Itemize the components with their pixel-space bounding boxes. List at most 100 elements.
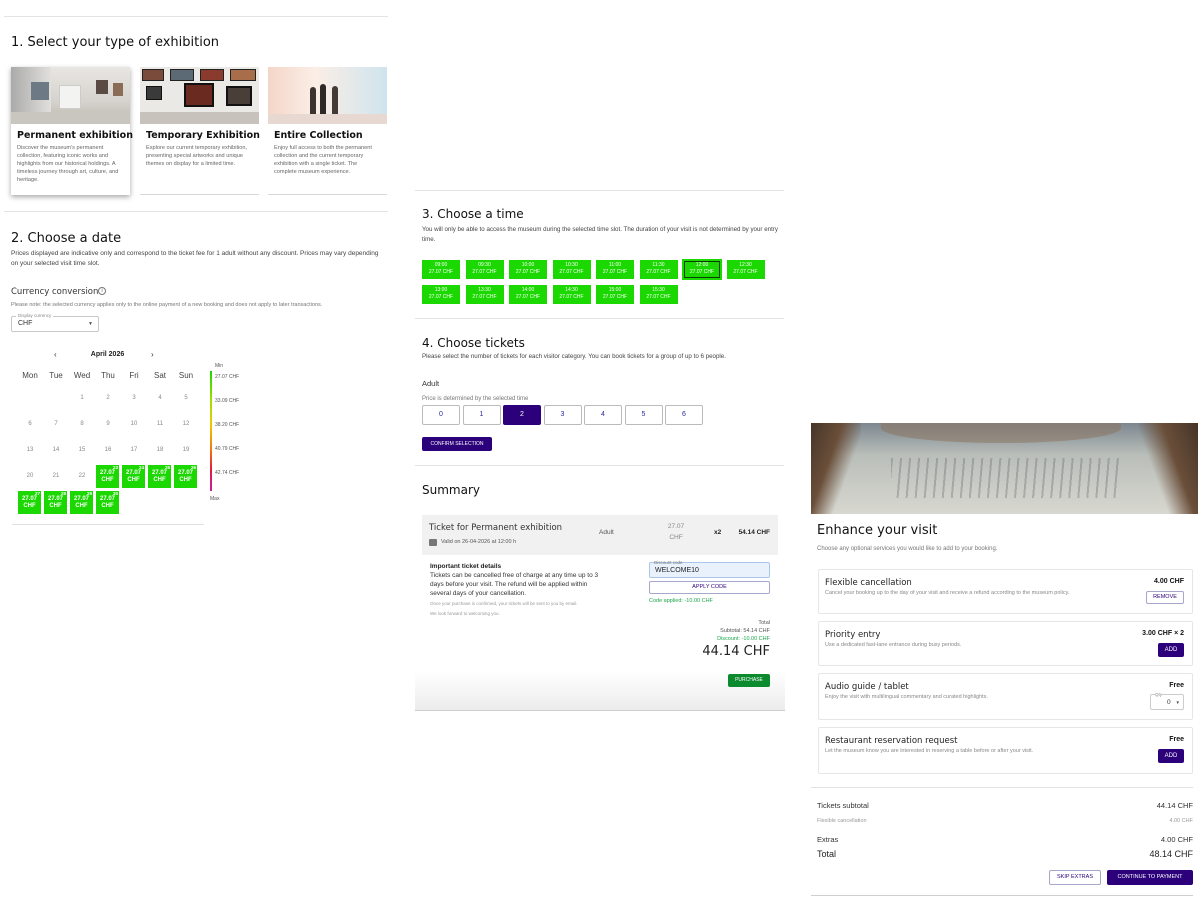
- calendar-day: 12: [182, 421, 190, 427]
- qty-label: Qty: [1155, 692, 1163, 697]
- time-slot[interactable]: 10:00 27.07 CHF: [509, 260, 547, 279]
- section3-title: 3. Choose a time: [422, 207, 524, 221]
- totals-row: Flexible cancellation 4.00 CHF: [817, 818, 1193, 824]
- ticket-count-option[interactable]: 5: [624, 405, 663, 425]
- section1-title: 1. Select your type of exhibition: [11, 35, 220, 50]
- day-currency: CHF: [23, 503, 36, 510]
- slot-time: 14:00: [521, 287, 535, 293]
- confirm-selection-button[interactable]: CONFIRM SELECTION: [422, 437, 492, 451]
- ticket-count-option[interactable]: 1: [462, 405, 501, 425]
- discount-code-label: Discount code: [654, 560, 683, 565]
- ticket-count-option[interactable]: 4: [584, 405, 622, 425]
- legend-level: 33.09 CHF: [215, 398, 240, 404]
- totals-value: 44.14 CHF: [1156, 801, 1193, 810]
- calendar-day: 11: [156, 421, 164, 427]
- calendar-day: 21: [52, 473, 60, 479]
- time-slot[interactable]: 13:00 27.07 CHF: [422, 285, 460, 304]
- time-slot[interactable]: 11:00 27.07 CHF: [596, 260, 634, 279]
- continue-to-payment-button[interactable]: CONTINUE TO PAYMENT: [1107, 870, 1193, 885]
- ticket-count-option[interactable]: 2: [503, 405, 541, 425]
- remove-button[interactable]: REMOVE: [1146, 591, 1184, 604]
- currency-select-value: CHF: [18, 320, 33, 327]
- time-slot[interactable]: 13:30 27.07 CHF: [465, 285, 504, 304]
- slot-time: 12:30: [739, 262, 752, 268]
- calendar-day: 10: [130, 421, 138, 427]
- totals-value: 48.14 CHF: [1149, 849, 1193, 859]
- currency-select-label: Display currency: [16, 313, 54, 318]
- currency-note: Please note: the selected currency appli…: [11, 302, 323, 308]
- calendar-day-available[interactable]: 26 27.07 CHF: [174, 465, 197, 488]
- totals-row: Tickets subtotal 44.14 CHF: [817, 801, 1193, 810]
- day-number: 26: [190, 465, 196, 470]
- time-slot[interactable]: 14:30 27.07 CHF: [552, 285, 591, 304]
- weekday-label: Tue: [49, 371, 63, 380]
- divider: [415, 318, 784, 319]
- prev-month-button[interactable]: ‹: [54, 350, 57, 359]
- calendar-day-available[interactable]: 25 27.07 CHF: [148, 465, 171, 488]
- slot-price: 27.07 CHF: [646, 294, 671, 300]
- service-price: Free: [1169, 682, 1184, 689]
- ticket-line: Ticket for Permanent exhibition Valid on…: [422, 515, 778, 555]
- calendar-day-available[interactable]: 30 27.07 CHF: [96, 491, 119, 514]
- day-price: 27.07: [73, 496, 89, 502]
- exhibition-card-temporary[interactable]: Temporary Exhibition Explore our current…: [140, 67, 260, 195]
- day-currency: CHF: [153, 477, 166, 484]
- card-title: Permanent exhibition: [17, 130, 133, 141]
- add-button[interactable]: ADD: [1158, 643, 1184, 657]
- info-icon[interactable]: i: [98, 287, 106, 295]
- time-slot[interactable]: 12:30 27.07 CHF: [726, 260, 765, 279]
- calendar-day-available[interactable]: 24 27.07 CHF: [122, 465, 145, 488]
- slot-time: 11:00: [608, 262, 622, 268]
- time-slot[interactable]: 14:00 27.07 CHF: [509, 285, 547, 304]
- service-restaurant-reservation: Restaurant reservation request Let the m…: [818, 727, 1193, 774]
- welcome-note: We look forward to welcoming you.: [430, 611, 500, 616]
- time-slot[interactable]: 15:00 27.07 CHF: [596, 285, 634, 304]
- time-slot[interactable]: 09:00 27.07 CHF: [422, 260, 460, 279]
- time-slot[interactable]: 09:30 27.07 CHF: [465, 260, 504, 279]
- service-title: Priority entry: [825, 630, 881, 640]
- ticket-line-category: Adult: [599, 529, 614, 536]
- next-month-button[interactable]: ›: [151, 350, 154, 359]
- apply-code-button[interactable]: APPLY CODE: [649, 581, 770, 594]
- grand-total: 44.14 CHF: [702, 644, 770, 659]
- totals-row: Extras 4.00 CHF: [817, 835, 1193, 844]
- ticket-count-option[interactable]: 3: [543, 405, 582, 425]
- time-slot[interactable]: 10:30 27.07 CHF: [552, 260, 591, 279]
- currency-select[interactable]: Display currency CHF ▼: [11, 313, 99, 332]
- exhibition-card-entire[interactable]: Entire Collection Enjoy full access to b…: [268, 67, 387, 195]
- service-price: 3.00 CHF × 2: [1142, 630, 1184, 637]
- calendar-day-available[interactable]: 27 27.07 CHF: [18, 491, 41, 514]
- calendar-day: 19: [182, 447, 190, 453]
- calendar-day: 13: [26, 447, 34, 453]
- exhibition-card-permanent[interactable]: Permanent exhibition Discover the museum…: [11, 67, 133, 195]
- discount-code-input[interactable]: Discount code WELCOME10: [649, 560, 770, 578]
- day-price: 27.07: [99, 470, 115, 476]
- calendar-day-available[interactable]: 29 27.07 CHF: [70, 491, 93, 514]
- ticket-count-option[interactable]: 0: [422, 405, 460, 425]
- calendar-day: 6: [28, 421, 32, 427]
- skip-extras-button[interactable]: SKIP EXTRAS: [1049, 870, 1101, 885]
- slot-price: 27.07 CHF: [733, 269, 758, 275]
- slot-time: 15:00: [608, 287, 622, 293]
- calendar-day: 2: [106, 395, 110, 401]
- calendar-day-available[interactable]: 23 27.07 CHF: [96, 465, 119, 488]
- ticket-line-unit-price: 27.07: [667, 523, 685, 530]
- time-slot[interactable]: 12:00 27.07 CHF: [683, 260, 721, 279]
- ticket-count-option[interactable]: 6: [665, 405, 703, 425]
- calendar-day-available[interactable]: 28 27.07 CHF: [44, 491, 67, 514]
- totals-label: Extras: [817, 835, 839, 844]
- day-price: 27.07: [99, 496, 115, 502]
- time-slot[interactable]: 11:30 27.07 CHF: [639, 260, 678, 279]
- qty-value: 0: [1167, 699, 1171, 706]
- time-slot[interactable]: 15:30 27.07 CHF: [639, 285, 678, 304]
- day-price: 27.07: [177, 470, 193, 476]
- purchase-button[interactable]: PURCHASE: [728, 674, 770, 687]
- calendar-day: 20: [26, 473, 34, 479]
- calendar-day: 1: [80, 395, 84, 401]
- ticket-line-qty: x2: [714, 529, 722, 536]
- calendar-day: 16: [104, 447, 112, 453]
- day-price: 27.07: [47, 496, 63, 502]
- add-button[interactable]: ADD: [1158, 749, 1184, 763]
- qty-select[interactable]: Qty 0 ▼: [1150, 692, 1184, 710]
- slot-time: 09:00: [434, 262, 448, 268]
